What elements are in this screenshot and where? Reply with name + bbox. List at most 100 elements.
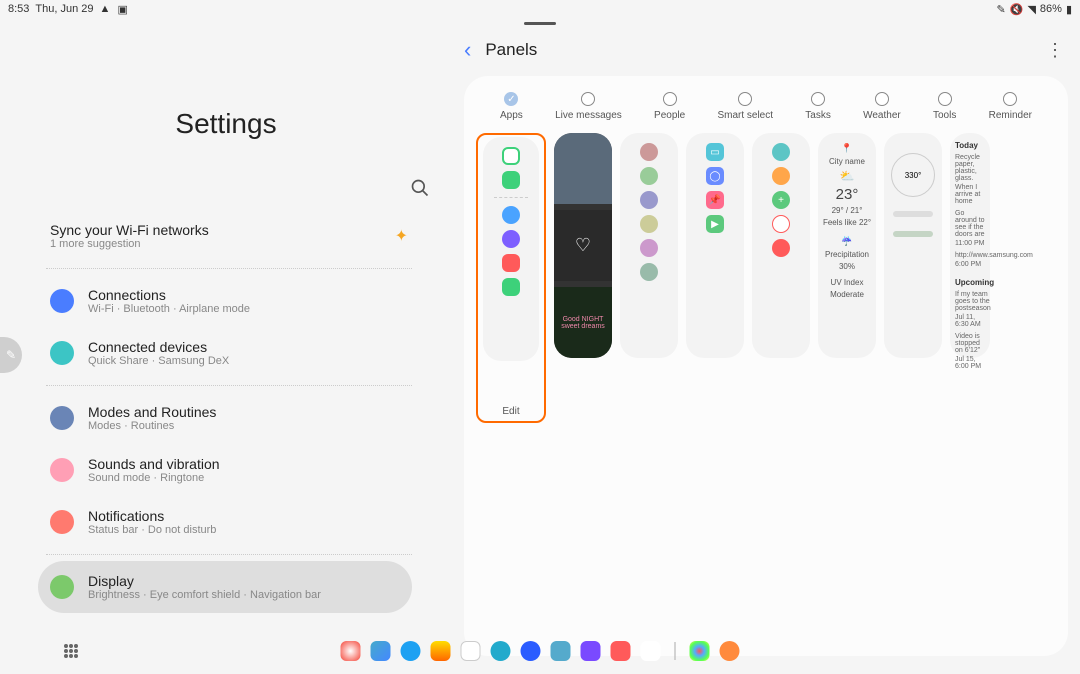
gif-select-icon: ▶ [706,215,724,233]
warning-icon: ▲ [100,3,112,15]
item-sub: Modes · Routines [88,420,216,432]
radio-icon [738,92,752,106]
reminder-time: 6:00 PM [952,261,984,268]
tab-label: Tools [933,110,956,121]
level-icon [893,231,933,237]
preview-tasks[interactable]: + [752,133,810,358]
tab-tasks[interactable]: Tasks [805,92,831,121]
reminder-item: http://www.samsung.com [952,252,1036,259]
preview-weather[interactable]: 📍 City name ⛅ 23° 29° / 21° Feels like 2… [818,133,876,358]
sparkle-icon: ✦ [395,226,408,246]
tab-tools[interactable]: Tools [933,92,956,121]
reminder-time: Jul 11, 6:30 AM [952,314,988,328]
radio-icon [1003,92,1017,106]
person-avatar [640,239,658,257]
suggestion-sub: 1 more suggestion [50,238,209,250]
item-label: Display [88,573,321,589]
wifi-settings-icon [50,289,74,313]
task-add-icon: + [772,191,790,209]
office-app-icon [502,254,520,272]
feels-like: Feels like 22° [823,218,871,227]
twitter-icon[interactable] [401,641,421,661]
settings-item-connected-devices[interactable]: Connected devicesQuick Share · Samsung D… [46,327,412,379]
radio-icon [875,92,889,106]
settings-item-modes[interactable]: Modes and RoutinesModes · Routines [46,392,412,444]
live-thumb-1 [554,133,612,204]
battery-icon: ▮ [1066,3,1072,16]
item-label: Connected devices [88,339,229,355]
photos-icon[interactable] [690,641,710,661]
settings-suggestion[interactable]: Sync your Wi-Fi networks 1 more suggesti… [46,210,412,262]
item-sub: Status bar · Do not disturb [88,524,216,536]
tab-label: Tasks [805,110,831,121]
person-avatar [640,167,658,185]
mute-icon: 🔇 [1010,3,1024,16]
ruler-icon [893,211,933,217]
tab-label: Weather [863,110,901,121]
tab-label: Smart select [717,110,773,121]
item-label: Connections [88,287,250,303]
reminder-today: Today [952,139,981,152]
item-sub: Brightness · Eye comfort shield · Naviga… [88,589,321,601]
edit-link[interactable]: Edit [478,406,544,417]
authy-icon[interactable] [491,641,511,661]
pull-indicator[interactable] [524,22,556,25]
messages-app-icon [502,206,520,224]
chrome-icon[interactable] [341,641,361,661]
uv-value: Moderate [830,290,864,299]
search-icon[interactable] [410,178,430,203]
calculator-app-icon [502,171,520,189]
preview-reminder[interactable]: Today Recycle paper, plastic, glass. Whe… [950,133,990,358]
preview-apps[interactable]: Edit [476,133,546,423]
tab-smart-select[interactable]: Smart select [717,92,773,121]
tab-live-messages[interactable]: Live messages [555,92,622,121]
status-bar: 8:53 Thu, Jun 29 ▲ ▣ ✎ 🔇 ◥ 86% ▮ [0,0,1080,18]
temperature: 23° [836,186,859,203]
item-sub: Quick Share · Samsung DeX [88,355,229,367]
status-date: Thu, Jun 29 [35,3,93,15]
tab-people[interactable]: People [654,92,685,121]
settings-item-sounds[interactable]: Sounds and vibrationSound mode · Rington… [46,444,412,496]
playstore-icon[interactable] [431,641,451,661]
divider [46,554,412,555]
n-app-icon[interactable] [551,641,571,661]
settings-item-notifications[interactable]: NotificationsStatus bar · Do not disturb [46,496,412,548]
preview-live-messages[interactable]: ♡ Good NIGHT sweet dreams [554,133,612,358]
live-thumb-2: ♡ [554,210,612,281]
radio-checked-icon [504,92,518,106]
apps-drawer-button[interactable] [64,644,78,658]
notification-icon [50,510,74,534]
settings-item-display[interactable]: DisplayBrightness · Eye comfort shield ·… [38,561,412,613]
edge-icon[interactable] [371,641,391,661]
back-button[interactable]: ‹ [464,37,471,63]
settings-item-connections[interactable]: ConnectionsWi-Fi · Bluetooth · Airplane … [46,275,412,327]
devices-icon [50,341,74,365]
preview-people[interactable] [620,133,678,358]
a-app-icon[interactable] [521,641,541,661]
task-icon [772,143,790,161]
city-name: City name [829,157,865,166]
slack-icon[interactable] [461,641,481,661]
reminder-when: When I arrive at home [952,184,988,205]
radio-icon [581,92,595,106]
person-avatar [640,191,658,209]
person-avatar [640,215,658,233]
preview-smart-select[interactable]: ▭ ◯ 📌 ▶ [686,133,744,358]
calendar-app-icon [502,147,520,165]
reminder-time: 11:00 PM [952,240,987,247]
tab-reminder[interactable]: Reminder [989,92,1032,121]
preview-tools[interactable]: 330° [884,133,942,358]
tab-apps[interactable]: Apps [500,92,523,121]
todoist-icon[interactable] [611,641,631,661]
chat-icon[interactable] [641,641,661,661]
more-menu-button[interactable]: ⋮ [1046,40,1068,61]
item-label: Modes and Routines [88,404,216,420]
radio-icon [811,92,825,106]
item-label: Sounds and vibration [88,456,220,472]
tab-weather[interactable]: Weather [863,92,901,121]
dex-icon[interactable] [720,641,740,661]
umbrella-icon: ☔ [841,236,852,247]
oval-select-icon: ◯ [706,167,724,185]
settings-item-wallpaper[interactable]: Wallpaper and styleWallpapers · Color pa… [46,613,412,614]
obsidian-icon[interactable] [581,641,601,661]
